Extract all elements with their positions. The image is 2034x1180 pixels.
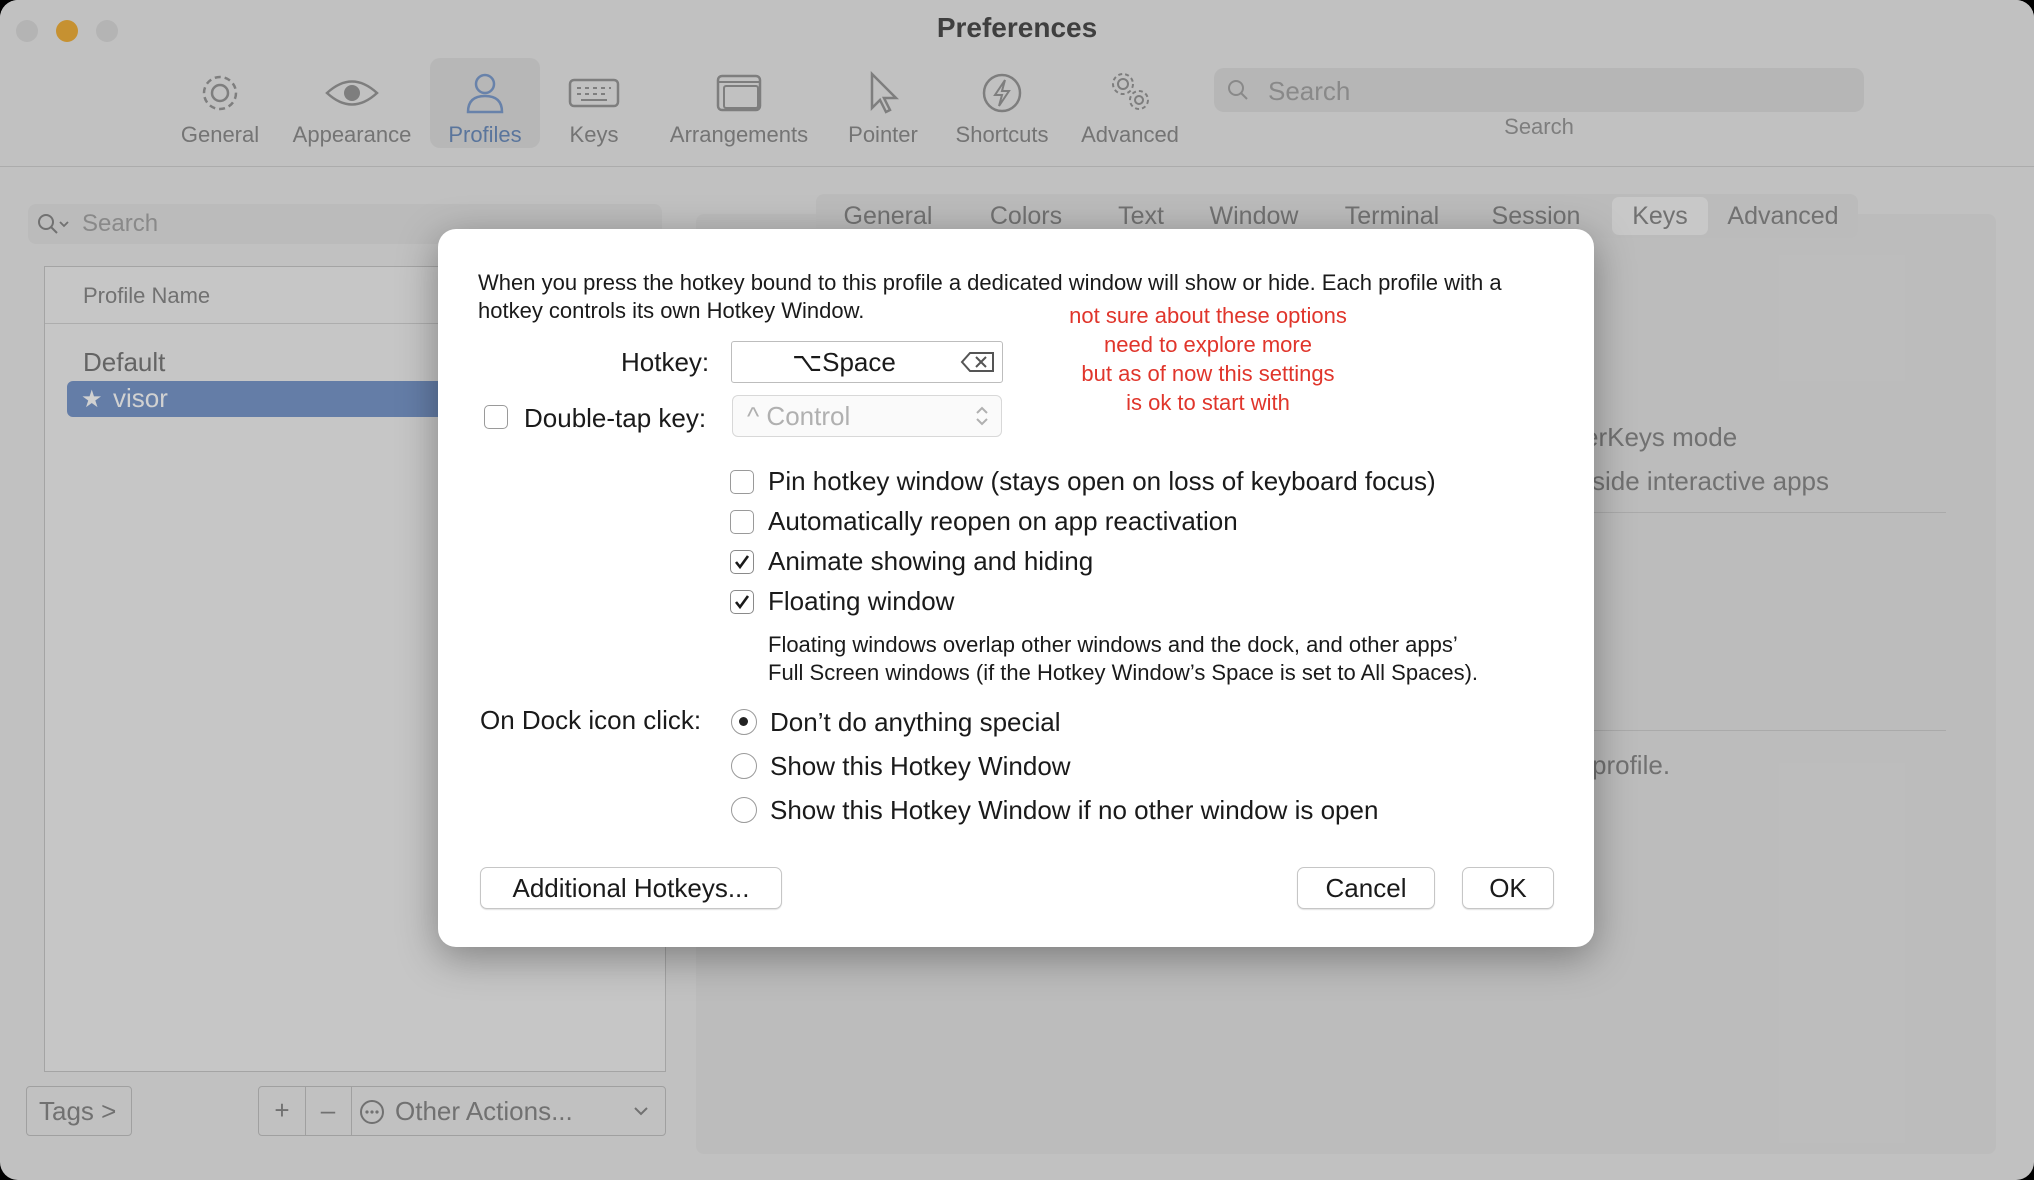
hotkey-window-dialog: When you press the hotkey bound to this … bbox=[438, 229, 1594, 947]
dock-option-show-radio[interactable] bbox=[731, 753, 757, 779]
preferences-window: Preferences General Appearance Profiles … bbox=[0, 0, 2034, 1180]
hotkey-value: ⌥Space bbox=[792, 347, 896, 377]
dock-option-show-if-none-radio[interactable] bbox=[731, 797, 757, 823]
hotkey-field[interactable]: ⌥Space bbox=[731, 341, 1003, 383]
animate-checkbox[interactable] bbox=[730, 550, 754, 574]
dock-click-label: On Dock icon click: bbox=[480, 705, 702, 735]
double-tap-key-value: ^ Control bbox=[747, 401, 851, 431]
floating-window-note-1: Floating windows overlap other windows a… bbox=[768, 632, 1458, 657]
hotkey-label: Hotkey: bbox=[621, 347, 710, 377]
double-tap-checkbox[interactable] bbox=[484, 405, 508, 429]
checkmark-icon bbox=[734, 595, 750, 610]
annotation-line-2: need to explore more bbox=[1104, 332, 1312, 357]
clear-hotkey-icon[interactable] bbox=[960, 351, 996, 373]
updown-chevron-icon bbox=[976, 406, 988, 426]
ok-button[interactable]: OK bbox=[1462, 867, 1554, 909]
pin-hotkey-window-checkbox[interactable] bbox=[730, 470, 754, 494]
additional-hotkeys-button[interactable]: Additional Hotkeys... bbox=[480, 867, 782, 909]
double-tap-key-popup[interactable]: ^ Control bbox=[732, 395, 1002, 437]
dock-option-show-label: Show this Hotkey Window bbox=[770, 751, 1071, 781]
dock-option-nothing-radio[interactable] bbox=[731, 709, 757, 735]
floating-window-label: Floating window bbox=[768, 586, 955, 616]
floating-window-note-2: Full Screen windows (if the Hotkey Windo… bbox=[768, 660, 1479, 685]
annotation-line-1: not sure about these options bbox=[1069, 303, 1347, 328]
double-tap-label: Double-tap key: bbox=[524, 403, 707, 433]
animate-label: Animate showing and hiding bbox=[768, 546, 1094, 576]
dock-option-nothing-label: Don’t do anything special bbox=[770, 707, 1061, 737]
auto-reopen-label: Automatically reopen on app reactivation bbox=[768, 506, 1238, 536]
annotation-note: not sure about these options need to exp… bbox=[1058, 301, 1358, 417]
auto-reopen-checkbox[interactable] bbox=[730, 510, 754, 534]
cancel-button[interactable]: Cancel bbox=[1297, 867, 1435, 909]
annotation-line-3: but as of now this settings bbox=[1081, 361, 1335, 386]
annotation-line-4: is ok to start with bbox=[1126, 390, 1290, 415]
floating-window-checkbox[interactable] bbox=[730, 590, 754, 614]
checkmark-icon bbox=[734, 555, 750, 570]
dialog-intro-text: When you press the hotkey bound to this … bbox=[478, 270, 1502, 323]
dock-option-show-if-none-label: Show this Hotkey Window if no other wind… bbox=[770, 795, 1379, 825]
pin-hotkey-window-label: Pin hotkey window (stays open on loss of… bbox=[768, 466, 1436, 496]
